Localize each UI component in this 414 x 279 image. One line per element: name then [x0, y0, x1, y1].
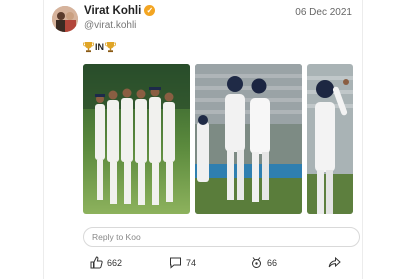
like-button[interactable]: 662: [90, 256, 122, 269]
rekoo-button[interactable]: 66: [250, 256, 277, 269]
post-date: 06 Dec 2021: [295, 7, 352, 18]
comment-button[interactable]: 74: [169, 256, 196, 269]
koo-post-card: Virat Kohli ✓ @virat.kohli 06 Dec 2021 IN: [43, 0, 363, 279]
rekoo-icon: [252, 257, 261, 268]
author-handle[interactable]: @virat.kohli: [84, 20, 136, 31]
post-text: IN: [83, 41, 116, 53]
like-count: 662: [107, 257, 123, 268]
thumbs-up-icon: [90, 256, 103, 269]
author-name-text[interactable]: Virat Kohli: [84, 5, 141, 17]
action-bar: 662 74 66: [90, 256, 350, 272]
verified-badge-icon: ✓: [144, 5, 156, 16]
team-huddle-photo[interactable]: [83, 64, 190, 214]
players-walking-photo[interactable]: [195, 64, 302, 214]
rekoo-count: 66: [267, 257, 278, 268]
comment-count: 74: [186, 257, 197, 268]
player-celebrating-photo[interactable]: [307, 64, 353, 214]
comment-icon: [170, 257, 181, 269]
share-icon: [328, 256, 341, 268]
media-carousel[interactable]: [83, 64, 353, 216]
author-avatar[interactable]: [52, 6, 78, 32]
author-name[interactable]: Virat Kohli ✓: [84, 5, 156, 17]
reply-input[interactable]: Reply to Koo: [83, 227, 360, 247]
trophy-icon: [105, 42, 116, 53]
post-text-content: IN: [95, 42, 104, 52]
share-button[interactable]: [328, 256, 341, 269]
trophy-icon: [83, 42, 94, 53]
